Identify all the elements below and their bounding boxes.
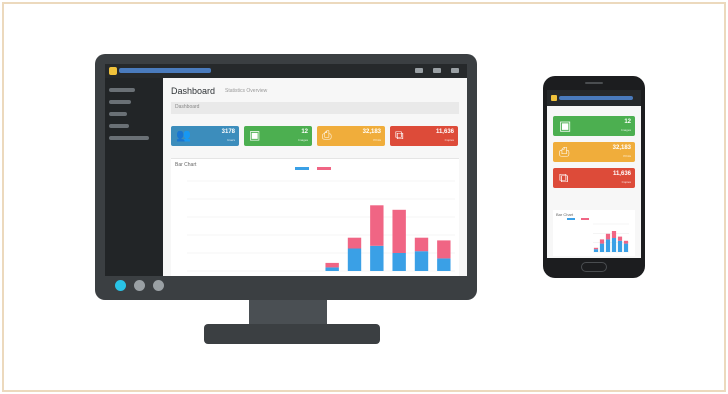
stat-card-images[interactable]: ▣ 12 Images <box>244 126 312 146</box>
chart-panel: Bar Chart <box>171 158 459 276</box>
stat-value: 11,636 <box>435 129 454 135</box>
breadcrumb-label[interactable]: Dashboard <box>175 104 199 110</box>
stat-card-prints[interactable]: ⎙ 32,183 Prints <box>317 126 385 146</box>
user-menu-icon[interactable] <box>451 68 459 73</box>
printer-icon: ⎙ <box>559 144 570 159</box>
bar-3-series-2[interactable] <box>605 233 611 240</box>
bar-4-series-2[interactable] <box>611 231 617 238</box>
bar-Sep-series-1[interactable] <box>370 245 384 271</box>
brand-logo-icon[interactable] <box>109 67 117 75</box>
mobile-dashboard: ▣ 12 Images ⎙ 32,183 Prints ⧉ 11,636 Cop… <box>547 106 641 258</box>
mobile-navbar <box>547 90 641 106</box>
stat-label: Prints <box>373 138 381 142</box>
stat-card-copies[interactable]: ⧉ 11,636 Copies <box>553 168 635 188</box>
brand-name[interactable] <box>119 68 211 73</box>
bar-Aug-series-1[interactable] <box>347 248 362 272</box>
stat-label: Copies <box>444 138 454 142</box>
sidebar-item[interactable] <box>109 112 127 116</box>
phone-screen: ▣ 12 Images ⎙ 32,183 Prints ⧉ 11,636 Cop… <box>547 90 641 258</box>
stat-label: Prints <box>623 154 631 158</box>
desktop-screen: Dashboard Statistics Overview Dashboard … <box>105 64 467 276</box>
mobile-bar-chart <box>593 223 629 253</box>
bar-6-series-1[interactable] <box>623 243 629 252</box>
monitor-dots <box>115 280 164 291</box>
stat-value: 3178 <box>221 129 235 135</box>
bar-5-series-2[interactable] <box>617 236 623 241</box>
mobile-phone: ▣ 12 Images ⎙ 32,183 Prints ⧉ 11,636 Cop… <box>543 76 645 278</box>
sidebar-item[interactable] <box>109 124 129 128</box>
monitor-neck <box>249 300 327 326</box>
printer-icon: ⎙ <box>322 128 332 142</box>
bar-Nov-series-1[interactable] <box>414 251 429 271</box>
dashboard-main: Dashboard Statistics Overview Dashboard … <box>163 78 467 276</box>
bar-5-series-1[interactable] <box>617 240 623 252</box>
bar-6-series-2[interactable] <box>623 240 629 244</box>
page-subtitle: Statistics Overview <box>225 88 268 94</box>
bar-4-series-1[interactable] <box>611 238 617 252</box>
bar-Dec-series-1[interactable] <box>437 258 451 271</box>
bar-2-series-1[interactable] <box>599 243 605 252</box>
stat-card-users[interactable]: 👥 3178 Users <box>171 126 239 146</box>
bar-Oct-series-2[interactable] <box>392 209 406 253</box>
brand-logo-icon[interactable] <box>551 95 557 101</box>
stat-value: 32,183 <box>612 145 631 151</box>
indicator-dot[interactable] <box>134 280 145 291</box>
sidebar-item[interactable] <box>109 88 135 92</box>
stat-label: Images <box>298 138 308 142</box>
bar-Aug-series-2[interactable] <box>347 237 362 249</box>
stat-label: Users <box>227 138 235 142</box>
page-title: Dashboard <box>171 86 216 96</box>
stat-value: 11,636 <box>612 171 631 177</box>
bar-1-series-2[interactable] <box>593 247 599 250</box>
brand-name[interactable] <box>559 96 633 100</box>
home-button[interactable] <box>581 262 607 272</box>
image-icon: ▣ <box>249 128 261 142</box>
users-icon: 👥 <box>176 128 191 142</box>
bar-Jul-series-1[interactable] <box>325 267 339 271</box>
sidebar-item[interactable] <box>109 136 149 140</box>
copy-icon: ⧉ <box>395 128 404 142</box>
notifications-icon[interactable] <box>433 68 441 73</box>
desktop-monitor: Dashboard Statistics Overview Dashboard … <box>95 54 477 300</box>
phone-speaker <box>585 82 603 84</box>
sidebar-item[interactable] <box>109 100 131 104</box>
stat-label: Copies <box>621 180 631 184</box>
bar-Nov-series-2[interactable] <box>414 237 429 252</box>
indicator-dot[interactable] <box>153 280 164 291</box>
bar-1-series-1[interactable] <box>593 249 599 252</box>
stat-value: 32,183 <box>362 129 381 135</box>
top-navbar <box>105 64 467 78</box>
image-icon: ▣ <box>559 118 572 133</box>
stat-card-copies[interactable]: ⧉ 11,636 Copies <box>390 126 458 146</box>
breadcrumb: Dashboard <box>171 102 459 114</box>
bar-2-series-2[interactable] <box>599 239 605 244</box>
monitor-base <box>204 324 380 344</box>
bar-Jul-series-2[interactable] <box>325 262 339 268</box>
stat-card-prints[interactable]: ⎙ 32,183 Prints <box>553 142 635 162</box>
stat-card-images[interactable]: ▣ 12 Images <box>553 116 635 136</box>
desktop-bar-chart <box>187 180 455 272</box>
bar-Sep-series-2[interactable] <box>370 205 384 246</box>
indicator-dot-active[interactable] <box>115 280 126 291</box>
bar-3-series-1[interactable] <box>605 239 611 252</box>
bar-Oct-series-1[interactable] <box>392 253 406 271</box>
navbar-icons <box>415 68 459 73</box>
mobile-chart-panel: Bar Chart <box>553 210 635 256</box>
messages-icon[interactable] <box>415 68 423 73</box>
stat-value: 12 <box>301 129 308 135</box>
bar-Dec-series-2[interactable] <box>437 240 451 259</box>
sidebar <box>105 78 163 276</box>
copy-icon: ⧉ <box>559 170 569 185</box>
stat-label: Images <box>621 128 631 132</box>
stat-value: 12 <box>624 119 631 125</box>
